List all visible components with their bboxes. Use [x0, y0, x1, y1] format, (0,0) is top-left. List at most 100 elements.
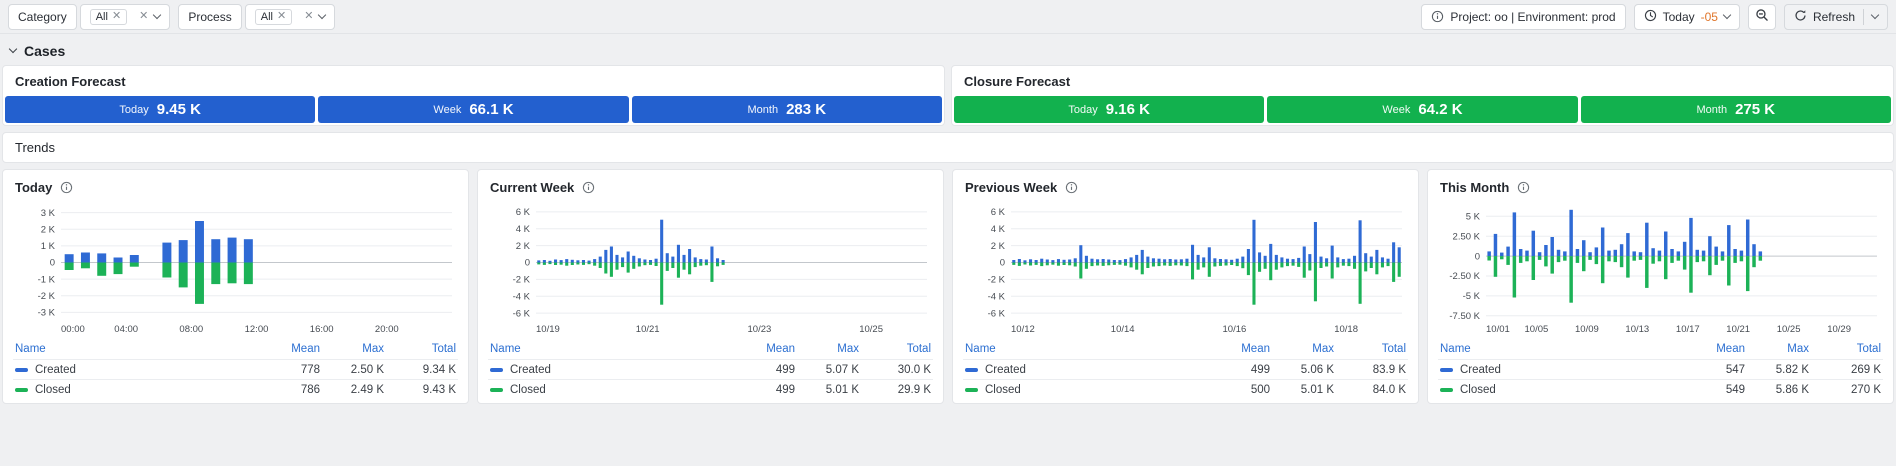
svg-text:10/12: 10/12 [1011, 324, 1035, 335]
forecast-bars: Today 9.16 K Week 64.2 K Month 275 K [952, 96, 1893, 125]
svg-text:10/13: 10/13 [1625, 324, 1649, 335]
chip-label: All [95, 10, 108, 23]
svg-text:00:00: 00:00 [61, 324, 85, 335]
svg-text:2 K: 2 K [516, 241, 531, 252]
chart-title: Previous Week [965, 180, 1058, 195]
svg-text:5 K: 5 K [1466, 212, 1481, 223]
creation-forecast-card: Creation Forecast Today 9.45 K Week 66.1… [2, 65, 945, 126]
closure-forecast-card: Closure Forecast Today 9.16 K Week 64.2 … [951, 65, 1894, 126]
category-filter-select[interactable]: All ✕ ✕ [79, 3, 171, 30]
chip-label: All [260, 10, 273, 23]
legend-header-row: Name Mean Max Total [15, 343, 456, 355]
time-offset: -05 [1700, 9, 1718, 24]
svg-text:10/29: 10/29 [1827, 324, 1851, 335]
svg-text:10/16: 10/16 [1223, 324, 1247, 335]
cases-section-header[interactable]: Cases [0, 34, 1896, 65]
legend-row-created[interactable]: Created 499 5.07 K 30.0 K [488, 359, 933, 379]
trend-chart: 3 K 2 K 1 K 0 -1 K -2 K -3 K 00:00 04:00 08:00 12:… [38, 208, 452, 335]
svg-text:0: 0 [50, 258, 55, 269]
created-swatch [15, 367, 28, 372]
clear-filter-icon[interactable]: ✕ [139, 11, 148, 22]
legend-header-row: Name Mean Max Total [965, 343, 1406, 355]
svg-text:-1 K: -1 K [38, 274, 56, 285]
svg-text:10/01: 10/01 [1486, 324, 1510, 335]
svg-text:10/18: 10/18 [1334, 324, 1358, 335]
segment-label: Week [433, 103, 462, 116]
chevron-down-icon[interactable] [153, 10, 162, 20]
legend-header-row: Name Mean Max Total [490, 343, 931, 355]
segment-value: 64.2 K [1418, 101, 1463, 118]
chip-remove-icon[interactable]: ✕ [277, 11, 286, 22]
legend-row-closed[interactable]: Closed 499 5.01 K 29.9 K [488, 379, 933, 399]
chip-remove-icon[interactable]: ✕ [112, 11, 121, 22]
chart-title: Current Week [490, 180, 575, 195]
svg-text:-4 K: -4 K [513, 291, 531, 302]
charts-row: Today 3 K 2 K 1 K 0 -1 K -2 K -3 K 00:00 04:00 08… [0, 169, 1896, 404]
process-filter-select[interactable]: All ✕ ✕ [244, 3, 336, 30]
info-icon[interactable] [60, 181, 73, 194]
svg-text:10/19: 10/19 [536, 324, 560, 335]
category-filter-label: Category [8, 3, 77, 30]
legend-row-closed[interactable]: Closed 500 5.01 K 84.0 K [963, 379, 1408, 399]
chart-title: This Month [1440, 180, 1510, 195]
info-icon[interactable] [1517, 181, 1530, 194]
svg-text:10/25: 10/25 [859, 324, 883, 335]
segment-value: 9.45 K [156, 101, 201, 118]
forecast-title: Closure Forecast [964, 74, 1071, 89]
chevron-down-icon[interactable] [1870, 10, 1880, 20]
svg-text:20:00: 20:00 [375, 324, 399, 335]
trend-card-this-month: This Month 5 K 2.50 K 0 -2.50 K -5 K -7.50 K 1… [1427, 169, 1894, 404]
svg-text:-7.50 K: -7.50 K [1449, 311, 1480, 322]
forecast-bars: Today 9.45 K Week 66.1 K Month 283 K [3, 96, 944, 125]
legend-row-created[interactable]: Created 499 5.06 K 83.9 K [963, 359, 1408, 379]
chevron-down-icon[interactable] [1722, 10, 1732, 20]
svg-text:0: 0 [1475, 251, 1480, 262]
segment-label: Month [1696, 103, 1728, 116]
legend-row-closed[interactable]: Closed 786 2.49 K 9.43 K [13, 379, 458, 399]
legend-table: Name Mean Max Total Created 499 5.06 K 8… [963, 339, 1408, 399]
svg-text:2 K: 2 K [991, 241, 1006, 252]
forecast-title: Creation Forecast [15, 74, 126, 89]
svg-text:10/21: 10/21 [1726, 324, 1750, 335]
legend-row-created[interactable]: Created 778 2.50 K 9.34 K [13, 359, 458, 379]
svg-text:10/23: 10/23 [748, 324, 772, 335]
svg-text:-2 K: -2 K [988, 275, 1006, 286]
info-icon[interactable] [1065, 181, 1078, 194]
refresh-icon [1794, 9, 1807, 25]
svg-text:-6 K: -6 K [513, 308, 531, 319]
svg-text:-3 K: -3 K [38, 308, 56, 319]
time-range-picker[interactable]: Today -05 [1633, 3, 1740, 30]
legend-row-created[interactable]: Created 547 5.82 K 269 K [1438, 359, 1883, 379]
process-filter: Process All ✕ ✕ [178, 3, 336, 30]
legend-table: Name Mean Max Total Created 778 2.50 K 9… [13, 339, 458, 399]
segment-value: 66.1 K [469, 101, 514, 118]
trend-card-current-week: Current Week 6 K 4 K 2 K 0 -2 K -4 K -6 K 10/19… [477, 169, 944, 404]
zoom-out-button[interactable] [1747, 3, 1776, 30]
svg-text:-2.50 K: -2.50 K [1449, 271, 1480, 282]
svg-text:0: 0 [525, 258, 530, 269]
created-swatch [965, 367, 978, 372]
chevron-down-icon[interactable] [318, 10, 327, 20]
svg-text:0: 0 [1000, 258, 1005, 269]
svg-text:1 K: 1 K [41, 241, 56, 252]
topbar-actions: Project: oo | Environment: prod Today -0… [1421, 3, 1888, 30]
section-title: Cases [24, 43, 66, 59]
trends-title: Trends [15, 140, 55, 155]
svg-text:6 K: 6 K [516, 207, 531, 218]
svg-text:12:00: 12:00 [245, 324, 269, 335]
chart-header: Previous Week [963, 178, 1408, 199]
segment-value: 9.16 K [1105, 101, 1150, 118]
svg-text:-6 K: -6 K [988, 308, 1006, 319]
legend-row-closed[interactable]: Closed 549 5.86 K 270 K [1438, 379, 1883, 399]
refresh-button[interactable]: Refresh [1783, 3, 1888, 30]
closed-swatch [490, 387, 503, 392]
svg-text:10/14: 10/14 [1111, 324, 1135, 335]
topbar: Category All ✕ ✕ Process All ✕ ✕ Project… [0, 0, 1896, 34]
clear-filter-icon[interactable]: ✕ [304, 11, 313, 22]
process-filter-label: Process [178, 3, 242, 30]
project-env-text: Project: oo | Environment: prod [1450, 9, 1616, 24]
info-icon[interactable] [582, 181, 595, 194]
segment-value: 283 K [786, 101, 827, 118]
svg-text:10/05: 10/05 [1525, 324, 1549, 335]
chart-header: This Month [1438, 178, 1883, 199]
